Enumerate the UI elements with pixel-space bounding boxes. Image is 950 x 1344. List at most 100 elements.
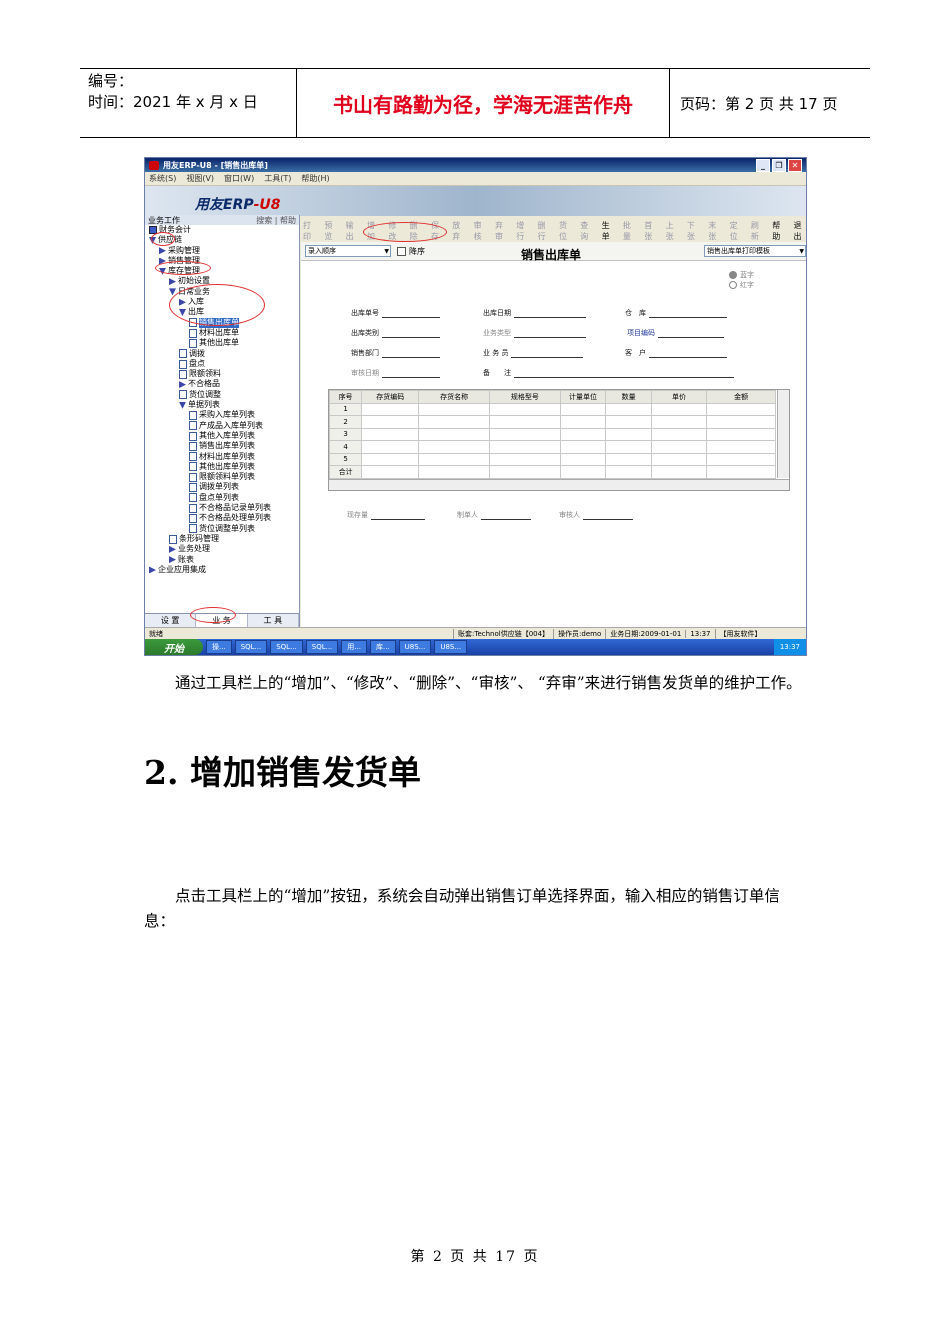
grid-cell[interactable]: 2	[328, 415, 363, 429]
grid-cell[interactable]	[559, 427, 607, 441]
grid-cell[interactable]	[361, 427, 420, 441]
toolbar-button[interactable]: 查询	[580, 220, 594, 242]
nav-panel-links[interactable]: 搜索 | 帮助	[256, 215, 296, 226]
grid-cell[interactable]	[706, 440, 776, 454]
grid-cell[interactable]	[489, 415, 561, 429]
grid-cell[interactable]	[605, 415, 652, 429]
grid-cell[interactable]	[650, 465, 708, 479]
close-icon[interactable]: ✕	[788, 158, 802, 172]
nav-tree-item[interactable]: 调拨单列表	[145, 482, 299, 493]
toolbar-button[interactable]: 刷新	[751, 220, 765, 242]
grid-cell[interactable]	[706, 427, 776, 441]
table-row[interactable]: 合计	[328, 465, 776, 479]
toolbar-button[interactable]: 放弃	[452, 220, 466, 242]
nav-tree-item[interactable]: 单据列表	[145, 400, 299, 410]
start-button[interactable]: 开始	[145, 639, 203, 655]
toolbar-button[interactable]: 定位	[730, 220, 744, 242]
taskbar-item[interactable]: SQL...	[234, 640, 268, 654]
grid-cell[interactable]	[559, 402, 607, 416]
nav-tree-item[interactable]: 盘点	[145, 359, 299, 369]
nav-tree-item[interactable]: 限额领料	[145, 369, 299, 379]
grid-cell[interactable]	[489, 402, 561, 416]
toolbar-button[interactable]: 退出	[794, 220, 806, 242]
nav-tree-item[interactable]: 调拨	[145, 349, 299, 359]
grid-cell[interactable]	[605, 427, 652, 441]
nav-tree-item[interactable]: 货位调整	[145, 390, 299, 400]
toolbar-button[interactable]: 下张	[687, 220, 701, 242]
grid-cell[interactable]	[605, 402, 652, 416]
grid-cell[interactable]	[650, 415, 708, 429]
grid-cell[interactable]	[489, 440, 561, 454]
field-out-no[interactable]: 出库单号	[351, 308, 440, 318]
grid-cell[interactable]	[361, 440, 420, 454]
toolbar-button[interactable]: 弃审	[495, 220, 509, 242]
taskbar-item[interactable]: 库...	[369, 640, 396, 654]
nav-tree-item[interactable]: 业务处理	[145, 544, 299, 554]
field-remark[interactable]: 备 注	[483, 368, 734, 378]
grid-cell[interactable]	[706, 452, 776, 466]
tab-tools[interactable]: 工 具	[248, 614, 299, 627]
grid-cell[interactable]	[418, 427, 490, 441]
nav-tree-item[interactable]: 销售出库单列表	[145, 441, 299, 451]
tab-settings[interactable]: 设 置	[145, 614, 197, 627]
grid-cell[interactable]	[650, 427, 708, 441]
toolbar-button[interactable]: 删行	[538, 220, 552, 242]
grid-cell[interactable]	[361, 415, 420, 429]
field-out-date[interactable]: 出库日期	[483, 308, 586, 318]
horizontal-scrollbar[interactable]	[329, 479, 789, 490]
toolbar-button[interactable]: 货位	[559, 220, 573, 242]
table-row[interactable]: 1	[328, 402, 776, 416]
grid-cell[interactable]	[650, 452, 708, 466]
template-select[interactable]: 销售出库单打印模板	[704, 245, 806, 257]
taskbar-item[interactable]: 操...	[206, 640, 232, 654]
grid-cell[interactable]	[361, 402, 420, 416]
taskbar-item[interactable]: U8S...	[398, 640, 432, 654]
nav-tree-item[interactable]: 盘点单列表	[145, 493, 299, 503]
grid-cell[interactable]	[489, 427, 561, 441]
menu-view[interactable]: 视图(V)	[186, 173, 214, 184]
grid-cell[interactable]: 4	[328, 440, 363, 454]
menu-window[interactable]: 窗口(W)	[224, 173, 254, 184]
taskbar-item[interactable]: U8S...	[434, 640, 468, 654]
nav-tree-item[interactable]: 采购管理	[145, 246, 299, 256]
toolbar-button[interactable]: 增行	[516, 220, 530, 242]
grid-cell[interactable]	[706, 402, 776, 416]
desc-checkbox[interactable]	[397, 246, 406, 256]
field-warehouse[interactable]: 仓 库	[625, 308, 727, 318]
nav-tree-item[interactable]: 采购入库单列表	[145, 410, 299, 420]
grid-cell[interactable]: 1	[328, 402, 363, 416]
grid-cell[interactable]	[706, 415, 776, 429]
field-out-type[interactable]: 出库类别	[351, 328, 440, 338]
field-dept[interactable]: 销售部门	[351, 348, 440, 358]
grid-cell[interactable]	[605, 452, 652, 466]
toolbar-button[interactable]: 审核	[474, 220, 488, 242]
restore-icon[interactable]: ❐	[772, 158, 786, 172]
minimize-icon[interactable]: _	[756, 158, 770, 172]
grid-cell[interactable]	[418, 452, 490, 466]
toolbar-button[interactable]: 预览	[324, 220, 338, 242]
grid-cell[interactable]	[605, 465, 652, 479]
toolbar-button[interactable]: 上张	[666, 220, 680, 242]
nav-tree-item[interactable]: 不合格品	[145, 379, 299, 389]
grid-cell[interactable]	[706, 465, 776, 479]
grid-cell[interactable]: 3	[328, 427, 363, 441]
order-select[interactable]: 录入顺序	[305, 245, 391, 257]
vertical-scrollbar[interactable]	[777, 390, 789, 478]
menu-tools[interactable]: 工具(T)	[264, 173, 291, 184]
nav-tree-item[interactable]: 企业应用集成	[145, 565, 299, 575]
grid-cell[interactable]	[559, 415, 607, 429]
nav-tree-item[interactable]: 其他入库单列表	[145, 431, 299, 441]
grid-cell[interactable]	[559, 452, 607, 466]
grid-cell[interactable]	[605, 440, 652, 454]
nav-tree-item[interactable]: 材料出库单列表	[145, 452, 299, 462]
grid-cell[interactable]	[418, 415, 490, 429]
table-row[interactable]: 5	[328, 452, 776, 466]
taskbar-item[interactable]: 用...	[341, 640, 367, 654]
toolbar-button[interactable]: 批量	[623, 220, 637, 242]
radio-red[interactable]: 红字	[729, 280, 754, 290]
nav-tree-item[interactable]: 条形码管理	[145, 534, 299, 544]
field-project[interactable]: 项目编码	[627, 328, 724, 338]
grid-cell[interactable]	[361, 465, 420, 479]
nav-tree-item[interactable]: 材料出库单	[145, 328, 299, 338]
grid-cell[interactable]	[559, 465, 607, 479]
